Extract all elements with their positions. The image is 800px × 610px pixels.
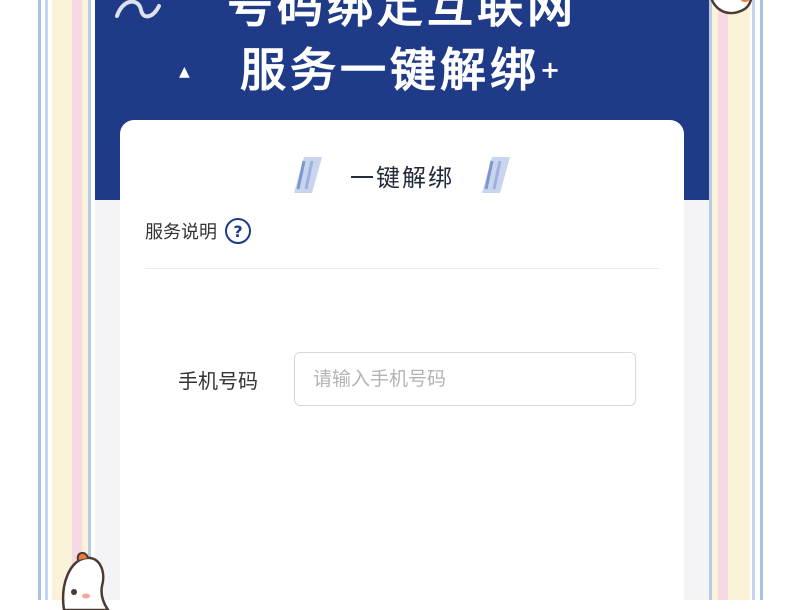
unbind-card: 一键解绑 服务说明 ? 手机号码 [120, 120, 684, 600]
mascot-icon [61, 552, 110, 610]
side-stripe [38, 0, 41, 600]
phone-field-label: 手机号码 [178, 368, 258, 393]
side-stripe [45, 0, 48, 600]
side-stripe [88, 0, 91, 600]
banner-plus: + [539, 56, 565, 84]
service-info-row: 服务说明 ? [145, 218, 251, 244]
divider [145, 268, 659, 269]
sparkle-icon: ▲ [179, 64, 190, 80]
mascot-icon [710, 0, 753, 15]
phone-screen: 号码绑定互联网 服务一键解绑+ ▲ 一键解绑 服务说明 ? 手机号码 请输入手机… [95, 0, 709, 600]
card-title: 一键解绑 [350, 163, 454, 192]
slash-decoration-icon [294, 157, 322, 193]
phone-input[interactable] [294, 352, 636, 406]
slash-decoration-icon [482, 157, 510, 193]
phone-field-row: 手机号码 [178, 352, 636, 406]
side-stripe [760, 0, 763, 600]
side-stripe [728, 0, 750, 600]
service-info-label: 服务说明 [145, 222, 217, 243]
card-title-row: 一键解绑 [120, 150, 684, 200]
banner-title-text: 服务一键解绑 [239, 43, 540, 97]
side-stripe [752, 0, 755, 600]
side-stripe [52, 0, 72, 600]
help-icon[interactable]: ? [225, 218, 251, 244]
banner-title-line1: 号码绑定互联网 [227, 0, 577, 33]
side-stripe [72, 0, 82, 600]
side-stripe [718, 0, 728, 600]
